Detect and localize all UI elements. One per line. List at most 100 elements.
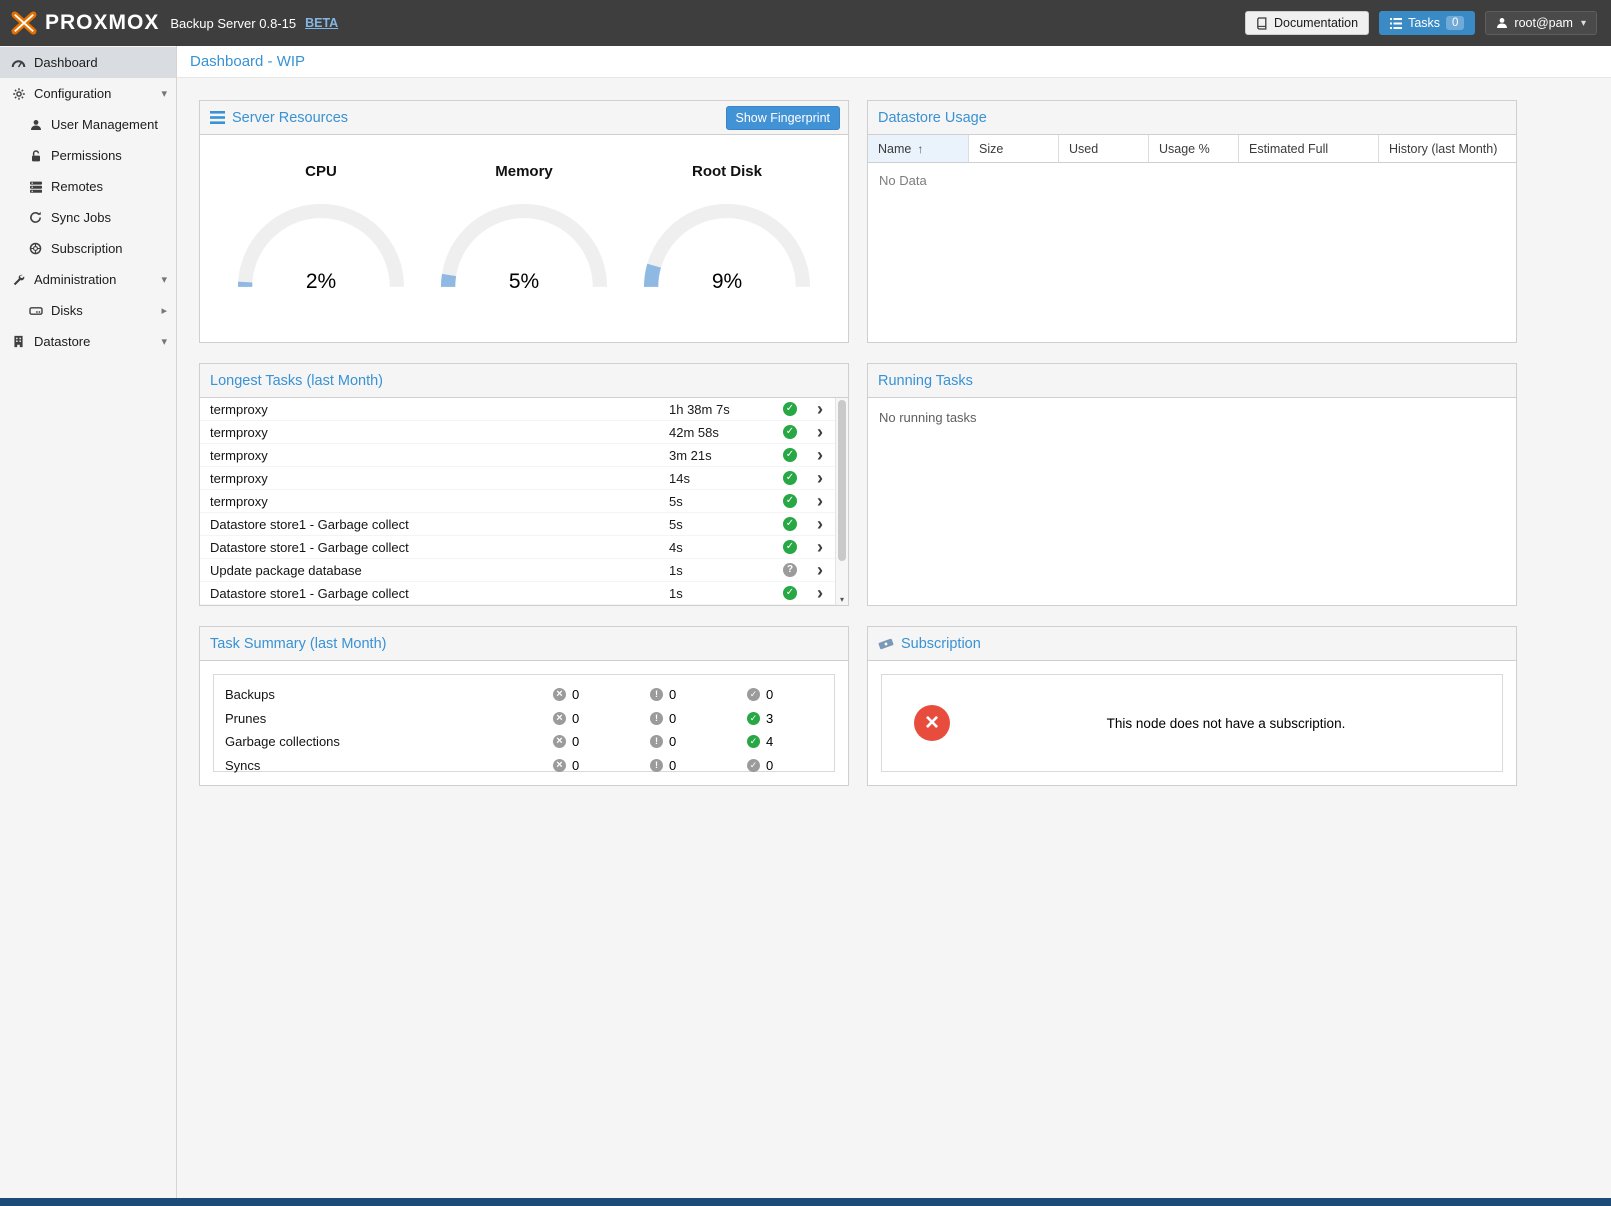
chevron-right-icon[interactable] (805, 423, 835, 441)
user-menu-button[interactable]: root@pam ▾ (1485, 11, 1597, 35)
sidebar-item-label: Subscription (51, 241, 123, 256)
task-row[interactable]: termproxy 5s ✓ (200, 490, 835, 513)
task-status-icon: ✓ (783, 586, 797, 600)
caret-down-icon[interactable]: ▾ (161, 273, 167, 286)
caret-down-icon[interactable]: ▾ (161, 335, 167, 348)
gauge-value: 9% (637, 270, 817, 294)
tasks-button[interactable]: Tasks 0 (1379, 11, 1475, 35)
task-duration: 1s (669, 586, 775, 601)
subscription-header: Subscription (868, 627, 1516, 661)
chevron-right-icon[interactable] (805, 446, 835, 464)
scrollbar-thumb[interactable] (838, 400, 846, 561)
column-header-usage-percent[interactable]: Usage % (1149, 135, 1239, 162)
summary-warnings: 0 (650, 687, 747, 702)
life-ring-icon (27, 242, 44, 255)
summary-errors: 0 (553, 758, 650, 773)
sidebar-item-permissions[interactable]: Permissions (0, 140, 176, 171)
proxmox-logo-icon (10, 11, 38, 35)
topbar-actions: Documentation Tasks 0 root@pam ▾ (1245, 11, 1601, 35)
server-resources-title: Server Resources (210, 110, 348, 126)
sidebar-item-sync-jobs[interactable]: Sync Jobs (0, 202, 176, 233)
sidebar-item-configuration[interactable]: Configuration ▾ (0, 78, 176, 109)
sidebar-item-label: Configuration (34, 86, 111, 101)
sidebar-item-user-management[interactable]: User Management (0, 109, 176, 140)
task-list: termproxy 1h 38m 7s ✓ termproxy 42m 58s … (200, 398, 835, 605)
longest-tasks-panel: Longest Tasks (last Month) termproxy 1h … (199, 363, 849, 606)
task-name: Datastore store1 - Garbage collect (210, 540, 669, 555)
summary-label: Syncs (225, 758, 553, 773)
ok-icon (747, 712, 760, 725)
chevron-right-icon[interactable] (805, 561, 835, 579)
column-header-size[interactable]: Size (969, 135, 1059, 162)
chevron-right-icon[interactable] (805, 469, 835, 487)
running-tasks-header: Running Tasks (868, 364, 1516, 398)
longest-tasks-header: Longest Tasks (last Month) (200, 364, 848, 398)
task-row[interactable]: Update package database 1s ? (200, 559, 835, 582)
task-row[interactable]: termproxy 1h 38m 7s ✓ (200, 398, 835, 421)
chevron-right-icon[interactable] (805, 538, 835, 556)
lock-icon (27, 149, 44, 163)
task-name: termproxy (210, 402, 669, 417)
server-icon (27, 180, 44, 194)
sidebar-item-datastore[interactable]: Datastore ▾ (0, 326, 176, 357)
user-icon (27, 119, 44, 131)
sidebar-item-remotes[interactable]: Remotes (0, 171, 176, 202)
task-status-icon: ✓ (783, 402, 797, 416)
column-header-used[interactable]: Used (1059, 135, 1149, 162)
sidebar-item-label: Sync Jobs (51, 210, 111, 225)
show-fingerprint-button[interactable]: Show Fingerprint (726, 106, 841, 130)
task-status-icon: ✓ (783, 494, 797, 508)
summary-errors: 0 (553, 711, 650, 726)
column-header-name[interactable]: Name ↑ (868, 135, 969, 162)
summary-label: Prunes (225, 711, 553, 726)
task-row[interactable]: Datastore store1 - Garbage collect 4s ✓ (200, 536, 835, 559)
warning-icon (650, 712, 663, 725)
task-row[interactable]: termproxy 3m 21s ✓ (200, 444, 835, 467)
task-duration: 5s (669, 517, 775, 532)
task-row[interactable]: Datastore store1 - Garbage collect 1s ✓ (200, 582, 835, 605)
beta-link[interactable]: BETA (305, 16, 338, 30)
chevron-right-icon[interactable] (805, 400, 835, 418)
column-header-estimated-full[interactable]: Estimated Full (1239, 135, 1379, 162)
task-status-icon: ✓ (783, 448, 797, 462)
logo-text: PROXMOX (45, 11, 159, 35)
no-subscription-icon (914, 705, 950, 741)
sidebar-item-dashboard[interactable]: Dashboard (0, 47, 176, 78)
summary-label: Backups (225, 687, 553, 702)
summary-warnings: 0 (650, 711, 747, 726)
column-header-history[interactable]: History (last Month) (1379, 135, 1516, 162)
sidebar-item-label: Dashboard (34, 55, 98, 70)
topbar: PROXMOX Backup Server 0.8-15 BETA Docume… (0, 0, 1611, 46)
tachometer-icon (10, 56, 27, 69)
task-duration: 1s (669, 563, 775, 578)
task-summary-header: Task Summary (last Month) (200, 627, 848, 661)
chevron-right-icon[interactable] (805, 492, 835, 510)
task-name: termproxy (210, 448, 669, 463)
sidebar-item-administration[interactable]: Administration ▾ (0, 264, 176, 295)
running-tasks-title: Running Tasks (878, 373, 973, 389)
product-version: Backup Server 0.8-15 (170, 16, 296, 31)
sidebar-item-label: Remotes (51, 179, 103, 194)
server-resources-header: Server Resources Show Fingerprint (200, 101, 848, 135)
summary-errors: 0 (553, 734, 650, 749)
server-resources-body: CPU 2% Memory (200, 135, 848, 342)
task-row[interactable]: termproxy 14s ✓ (200, 467, 835, 490)
tasks-count-badge: 0 (1446, 16, 1464, 30)
caret-down-icon[interactable]: ▾ (161, 87, 167, 100)
chevron-right-icon[interactable] (805, 515, 835, 533)
error-icon (553, 712, 566, 725)
task-status-icon: ✓ (783, 425, 797, 439)
documentation-button[interactable]: Documentation (1245, 11, 1369, 35)
server-resources-title-text: Server Resources (232, 110, 348, 126)
task-row[interactable]: termproxy 42m 58s ✓ (200, 421, 835, 444)
sidebar-item-subscription[interactable]: Subscription (0, 233, 176, 264)
warning-icon (650, 735, 663, 748)
scrollbar[interactable] (835, 398, 848, 605)
sidebar-item-disks[interactable]: Disks ▸ (0, 295, 176, 326)
main-area: Dashboard - WIP Server Resources Show Fi… (177, 46, 1611, 1198)
task-row[interactable]: Datastore store1 - Garbage collect 5s ✓ (200, 513, 835, 536)
scrollbar-down-arrow[interactable] (836, 595, 848, 604)
chevron-right-icon[interactable] (805, 584, 835, 602)
caret-right-icon[interactable]: ▸ (161, 304, 167, 317)
task-name: termproxy (210, 425, 669, 440)
